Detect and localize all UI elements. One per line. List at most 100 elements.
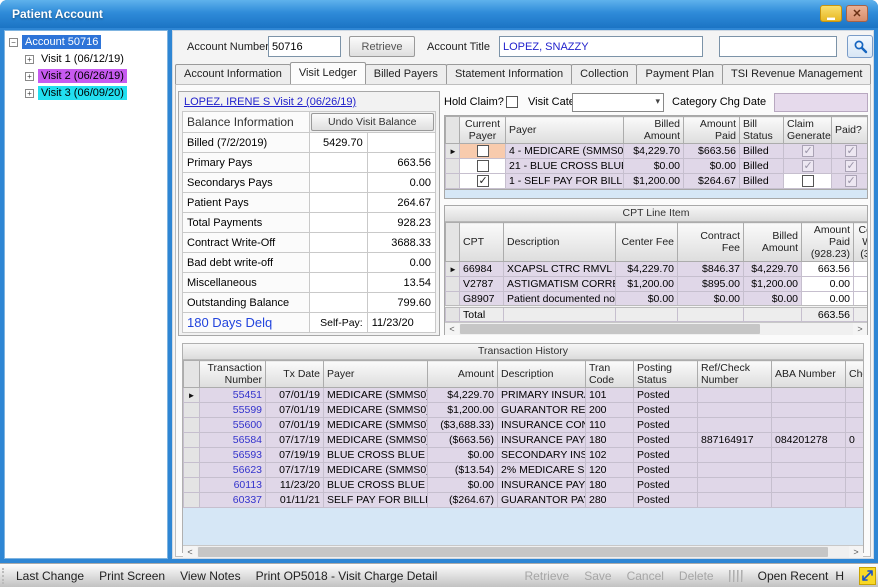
cpt-horizontal-scrollbar[interactable]: < > [445,322,867,335]
claim-generated-checkbox [802,175,814,187]
balance-row: Billed (7/2/2019)5429.70 [183,133,436,153]
close-icon: ✕ [852,7,861,20]
hold-claim-checkbox[interactable] [506,96,518,108]
account-number-label: Account Number [187,41,269,53]
main-panel: Account Number Retrieve Account Title Ac… [172,30,874,559]
tab-statement-information[interactable]: Statement Information [446,64,572,84]
transaction-row[interactable]: 56584 07/17/19 MEDICARE (SMMS0)(4 ($663.… [184,433,864,448]
help-button[interactable]: H [835,569,844,583]
payer-row[interactable]: 1 - SELF PAY FOR BILLIN $1,200.00 $264.6… [446,174,869,189]
tab-collection[interactable]: Collection [571,64,637,84]
scrollbar-thumb[interactable] [460,324,760,334]
category-chg-date-field[interactable] [774,93,868,112]
close-button[interactable]: ✕ [846,5,868,22]
undo-visit-balance-button[interactable]: Undo Visit Balance [311,113,435,131]
tree-label-visit3[interactable]: Visit 3 (06/09/20) [38,86,127,100]
tree-node-visit2[interactable]: + Visit 2 (06/26/19) [25,69,167,83]
current-payer-checkbox[interactable] [477,160,489,172]
cpt-row[interactable]: V2787 ASTIGMATISM CORREC $1,200.00 $895.… [446,277,868,292]
print-screen-button[interactable]: Print Screen [99,569,165,583]
transaction-row[interactable]: 55599 07/01/19 MEDICARE (SMMS0)(4 $1,200… [184,403,864,418]
tab-billed-payers[interactable]: Billed Payers [365,64,447,84]
expand-icon[interactable]: + [25,72,34,81]
retrieve-button[interactable]: Retrieve [349,36,415,57]
tab-payment-plan[interactable]: Payment Plan [636,64,722,84]
transaction-number-link[interactable]: 55599 [200,403,266,418]
cancel-button: Cancel [627,569,664,583]
print-op5018-button[interactable]: Print OP5018 - Visit Charge Detail [256,569,438,583]
retrieve-status-button: Retrieve [525,569,570,583]
window-title: Patient Account [0,7,103,21]
account-title-input[interactable] [499,36,703,57]
patient-account-window: Patient Account ▬ ✕ − Account 50716 + Vi… [0,0,878,587]
balance-table: Balance Information Undo Visit Balance B… [182,111,436,333]
transaction-row[interactable]: ► 55451 07/01/19 MEDICARE (SMMS0)(4 $4,2… [184,388,864,403]
scroll-left-icon[interactable]: < [183,546,197,558]
transaction-number-link[interactable]: 60113 [200,478,266,493]
transaction-row[interactable]: 56623 07/17/19 MEDICARE (SMMS0)(4 ($13.5… [184,463,864,478]
cpt-line-item-panel: CPT Line Item CPT Description Center Fee… [444,205,868,335]
transaction-row[interactable]: 55600 07/01/19 MEDICARE (SMMS0)(4 ($3,68… [184,418,864,433]
titlebar[interactable]: Patient Account ▬ ✕ [0,0,878,28]
transaction-number-link[interactable]: 60337 [200,493,266,508]
claim-bar: Hold Claim? Visit Category ▾ Category Ch… [444,93,868,113]
payer-row[interactable]: ► 4 - MEDICARE (SMMS0) $4,229.70 $663.56… [446,144,869,159]
account-search-input[interactable] [719,36,837,57]
balance-footer-row: 180 Days Delq Self-Pay: 11/23/20 [183,313,436,333]
tree-node-account[interactable]: − Account 50716 [9,35,167,49]
payer-row[interactable]: 21 - BLUE CROSS BLUE $0.00 $0.00 Billed [446,159,869,174]
balance-panel: LOPEZ, IRENE S Visit 2 (06/26/19) Balanc… [178,91,440,336]
status-bar: Last Change Print Screen View Notes Prin… [0,563,878,587]
collapse-icon[interactable]: − [9,38,18,47]
cpt-row[interactable]: ► 66984 XCAPSL CTRC RMVL IN $4,229.70 $8… [446,262,868,277]
open-recent-button[interactable]: Open Recent [758,569,829,583]
tab-account-information[interactable]: Account Information [175,64,291,84]
balance-row: Bad debt write-off0.00 [183,253,436,273]
search-button[interactable] [847,35,873,58]
visit-category-dropdown[interactable]: ▾ [572,93,664,112]
tree-label-visit2[interactable]: Visit 2 (06/26/19) [38,69,127,83]
transaction-row[interactable]: 60113 11/23/20 BLUE CROSS BLUE SI $0.00 … [184,478,864,493]
cpt-grid: CPT Description Center Fee Contract Fee … [445,222,867,322]
scroll-right-icon[interactable]: > [849,546,863,558]
transaction-row[interactable]: 60337 01/11/21 SELF PAY FOR BILLIN ($264… [184,493,864,508]
account-number-input[interactable] [268,36,341,57]
tree-node-visit3[interactable]: + Visit 3 (06/09/20) [25,86,167,100]
transaction-number-link[interactable]: 56593 [200,448,266,463]
account-tabs: Account Information Visit Ledger Billed … [175,64,870,84]
current-payer-checkbox[interactable] [477,175,489,187]
transaction-number-link[interactable]: 55451 [200,388,266,403]
tab-visit-ledger[interactable]: Visit Ledger [290,62,366,84]
last-change-button[interactable]: Last Change [16,569,84,583]
paid-checkbox [845,145,857,157]
transaction-number-link[interactable]: 55600 [200,418,266,433]
window-body: − Account 50716 + Visit 1 (06/12/19) + V… [0,28,878,563]
search-icon [853,39,868,54]
statusbar-separator [729,570,743,582]
tree-label-account[interactable]: Account 50716 [22,35,101,49]
transaction-number-link[interactable]: 56623 [200,463,266,478]
claim-generated-checkbox [802,160,814,172]
transaction-row[interactable]: 56593 07/19/19 BLUE CROSS BLUE SI $0.00 … [184,448,864,463]
selfpay-label: Self-Pay: [309,313,367,333]
transaction-number-link[interactable]: 56584 [200,433,266,448]
row-selector-icon: ► [449,265,457,274]
tab-tsi-revenue-management[interactable]: TSI Revenue Management [722,64,871,84]
tree-node-visit1[interactable]: + Visit 1 (06/12/19) [25,52,167,66]
tree-label-visit1[interactable]: Visit 1 (06/12/19) [38,52,127,66]
payer-grid-empty-area [444,190,868,199]
transaction-horizontal-scrollbar[interactable]: < > [183,545,863,558]
paid-checkbox [845,175,857,187]
minimize-button[interactable]: ▬ [820,5,842,22]
scroll-left-icon[interactable]: < [445,323,459,335]
expand-icon[interactable]: + [25,55,34,64]
visit-link[interactable]: LOPEZ, IRENE S Visit 2 (06/26/19) [182,95,436,111]
scroll-right-icon[interactable]: > [853,323,867,335]
resize-icon[interactable] [859,567,876,585]
cpt-row[interactable]: G8907 Patient documented not t $0.00 $0.… [446,292,868,307]
expand-icon[interactable]: + [25,89,34,98]
balance-row: Patient Pays264.67 [183,193,436,213]
current-payer-checkbox[interactable] [477,145,489,157]
scrollbar-thumb[interactable] [198,547,828,557]
view-notes-button[interactable]: View Notes [180,569,240,583]
